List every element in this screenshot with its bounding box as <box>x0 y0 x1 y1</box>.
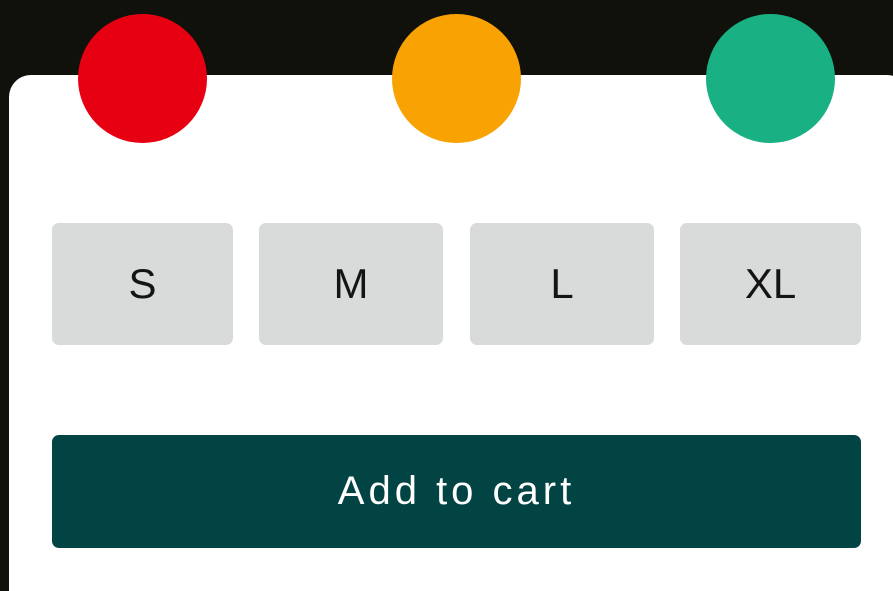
color-swatch-green[interactable] <box>706 14 835 143</box>
color-swatch-red[interactable] <box>78 14 207 143</box>
size-button-s[interactable]: S <box>52 223 233 345</box>
add-to-cart-button[interactable]: Add to cart <box>52 435 861 548</box>
size-button-xl[interactable]: XL <box>680 223 861 345</box>
product-options-panel: S M L XL Add to cart <box>0 0 893 591</box>
size-button-m[interactable]: M <box>259 223 443 345</box>
color-swatch-orange[interactable] <box>392 14 521 143</box>
size-button-l[interactable]: L <box>470 223 654 345</box>
